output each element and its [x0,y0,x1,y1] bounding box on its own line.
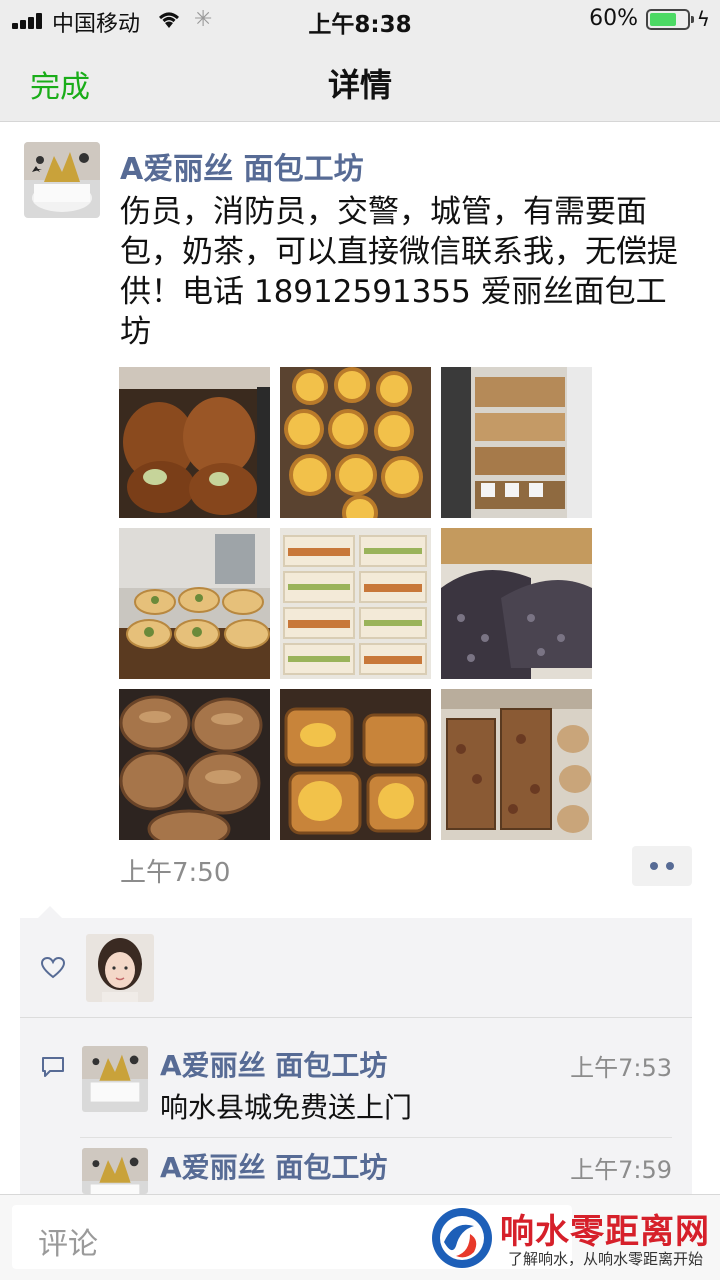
photo-fried-bread[interactable] [119,367,270,518]
status-bar: 中国移动 ✳ 上午8:38 60% ϟ [0,0,720,40]
comment-avatar[interactable] [82,1046,148,1112]
photo-round-buns[interactable] [119,528,270,679]
charging-icon: ϟ [696,7,710,31]
comment-divider [80,1137,672,1138]
page-title: 详情 [327,66,392,104]
panel-divider [20,1017,692,1018]
nav-bar: 完成 详情 [0,40,720,122]
photo-crusty-bread[interactable] [119,689,270,840]
watermark: 响水零距离网 了解响水，从响水零距离开始 [428,1202,718,1278]
photo-fruit-cake[interactable] [441,689,592,840]
author-avatar[interactable] [24,142,100,218]
comment-icon [42,1057,64,1077]
watermark-subtitle: 了解响水，从响水零距离开始 [508,1250,704,1268]
site-logo-icon [432,1208,492,1268]
photo-sandwiches[interactable] [280,528,431,679]
comment-author[interactable]: A爱丽丝 面包工坊 [160,1044,387,1084]
comment-avatar[interactable] [82,1148,148,1194]
photo-dark-pastry[interactable] [441,528,592,679]
more-actions-button[interactable] [632,846,692,886]
comment-placeholder: 评论 [38,1227,98,1262]
photo-bakery-shelf[interactable] [441,367,592,518]
panel-caret [38,906,62,918]
photo-cheese-pastry[interactable] [280,689,431,840]
liker-avatar[interactable] [86,934,154,1002]
comment-author[interactable]: A爱丽丝 面包工坊 [160,1146,387,1186]
battery-icon [646,9,694,30]
post-author-name[interactable]: A爱丽丝 面包工坊 [120,144,364,188]
post-text: 伤员，消防员，交警，城管，有需要面包，奶茶，可以直接微信联系我，无偿提供！电话 … [120,194,678,350]
heart-icon [40,956,66,979]
photo-egg-tarts[interactable] [280,367,431,518]
comment-text: 响水县城免费送上门 [160,1091,413,1124]
watermark-title: 响水零距离网 [500,1212,710,1252]
post-time: 上午7:50 [120,858,231,888]
comment-time: 上午7:59 [570,1156,672,1184]
battery-percent: 60% [589,6,638,31]
comment-time: 上午7:53 [570,1054,672,1082]
